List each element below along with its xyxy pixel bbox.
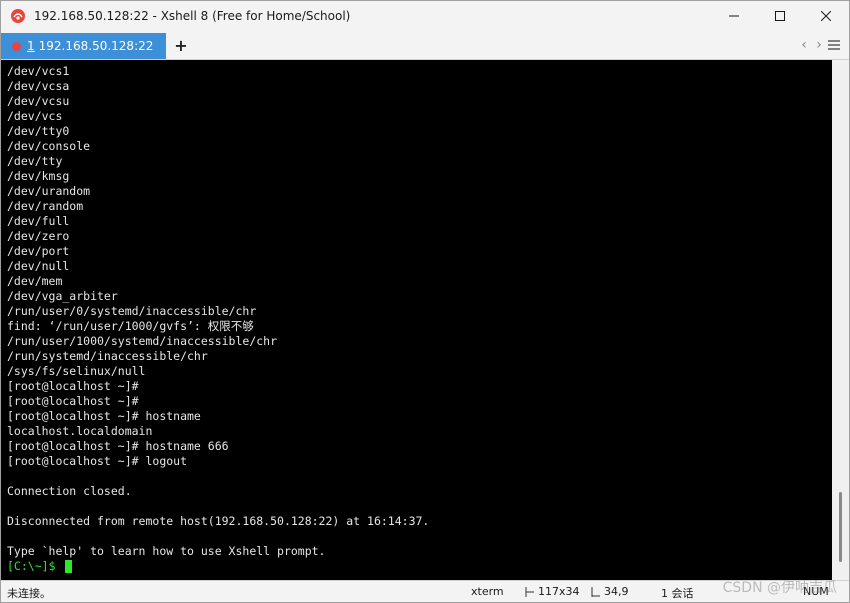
terminal-line: /dev/vcsu <box>7 94 70 108</box>
terminal-size: 117x34 <box>525 585 580 598</box>
terminal-cursor <box>65 560 73 573</box>
terminal-line: /dev/tty <box>7 154 63 168</box>
title-bar[interactable]: 192.168.50.128:22 - Xshell 8 (Free for H… <box>1 1 849 31</box>
resize-icon <box>525 586 535 597</box>
terminal-line: /dev/vcs1 <box>7 64 70 78</box>
cursor-position-icon <box>591 586 601 597</box>
terminal-size-value: 117x34 <box>538 585 580 598</box>
xshell-window: 192.168.50.128:22 - Xshell 8 (Free for H… <box>0 0 850 603</box>
connection-status-text: 未连接。 <box>7 587 51 600</box>
terminal-line: [root@localhost ~]# hostname <box>7 409 201 423</box>
tab-next-button[interactable]: › <box>812 35 826 55</box>
tab-session-1[interactable]: 1 192.168.50.128:22 <box>1 33 166 59</box>
terminal-line: /dev/zero <box>7 229 70 243</box>
terminal-line: /dev/vga_arbiter <box>7 289 118 303</box>
tab-label: 192.168.50.128:22 <box>38 39 154 53</box>
terminal-line: [root@localhost ~]# logout <box>7 454 188 468</box>
cursor-position: 34,9 <box>591 585 629 598</box>
xshell-logo-icon <box>10 8 26 24</box>
terminal-line: Connection closed. <box>7 484 132 498</box>
maximize-icon <box>775 11 785 21</box>
terminal-line: Type `help' to learn how to use Xshell p… <box>7 544 326 558</box>
terminal-line: [root@localhost ~]# <box>7 379 139 393</box>
terminal-prompt-line[interactable]: [C:\~]$ <box>7 559 832 574</box>
terminal-line: /dev/tty0 <box>7 124 70 138</box>
terminal-line: /dev/console <box>7 139 91 153</box>
terminal-type: xterm <box>471 585 504 598</box>
terminal-line: /dev/full <box>7 214 70 228</box>
minimize-icon <box>729 15 739 17</box>
menu-icon <box>828 40 840 50</box>
terminal-line: /dev/null <box>7 259 70 273</box>
window-controls <box>711 1 849 31</box>
csdn-watermark: CSDN @伊呐吉瓜 <box>722 580 837 596</box>
tab-prev-button[interactable]: ‹ <box>797 35 811 55</box>
terminal-line: /run/user/1000/systemd/inaccessible/chr <box>7 334 278 348</box>
terminal-line: find: ‘/run/user/1000/gvfs’: 权限不够 <box>7 319 254 333</box>
tab-bar: 1 192.168.50.128:22 + ‹ › <box>1 31 849 60</box>
terminal-line: Disconnected from remote host(192.168.50… <box>7 514 430 528</box>
terminal-line: /dev/urandom <box>7 184 91 198</box>
terminal-line: /dev/kmsg <box>7 169 70 183</box>
tab-list-button[interactable] <box>827 35 841 55</box>
terminal-line: localhost.localdomain <box>7 424 153 438</box>
terminal-line: /run/user/0/systemd/inaccessible/chr <box>7 304 257 318</box>
scrollbar-thumb[interactable] <box>839 492 842 562</box>
maximize-button[interactable] <box>757 1 803 31</box>
new-tab-button[interactable]: + <box>173 35 189 55</box>
close-button[interactable] <box>803 1 849 31</box>
terminal-line: /sys/fs/selinux/null <box>7 364 146 378</box>
terminal-line: /dev/vcs <box>7 109 63 123</box>
window-title: 192.168.50.128:22 - Xshell 8 (Free for H… <box>34 9 351 23</box>
minimize-button[interactable] <box>711 1 757 31</box>
terminal-scrollbar[interactable] <box>832 60 849 580</box>
terminal-line: [root@localhost ~]# hostname 666 <box>7 439 229 453</box>
terminal-line: /dev/port <box>7 244 70 258</box>
terminal-line: [root@localhost ~]# <box>7 394 139 408</box>
tab-number: 1 <box>27 39 35 53</box>
close-icon <box>821 11 831 21</box>
local-shell-prompt: [C:\~]$ <box>7 559 63 573</box>
terminal-line: /dev/mem <box>7 274 63 288</box>
connection-status-dot-icon <box>12 41 21 51</box>
session-count: 1 会话 <box>661 587 694 600</box>
terminal-line: /dev/vcsa <box>7 79 70 93</box>
cursor-position-value: 34,9 <box>604 585 629 598</box>
terminal-line: /run/systemd/inaccessible/chr <box>7 349 208 363</box>
terminal-output[interactable]: /dev/vcs1/dev/vcsa/dev/vcsu/dev/vcs/dev/… <box>1 60 832 580</box>
terminal-line: /dev/random <box>7 199 84 213</box>
